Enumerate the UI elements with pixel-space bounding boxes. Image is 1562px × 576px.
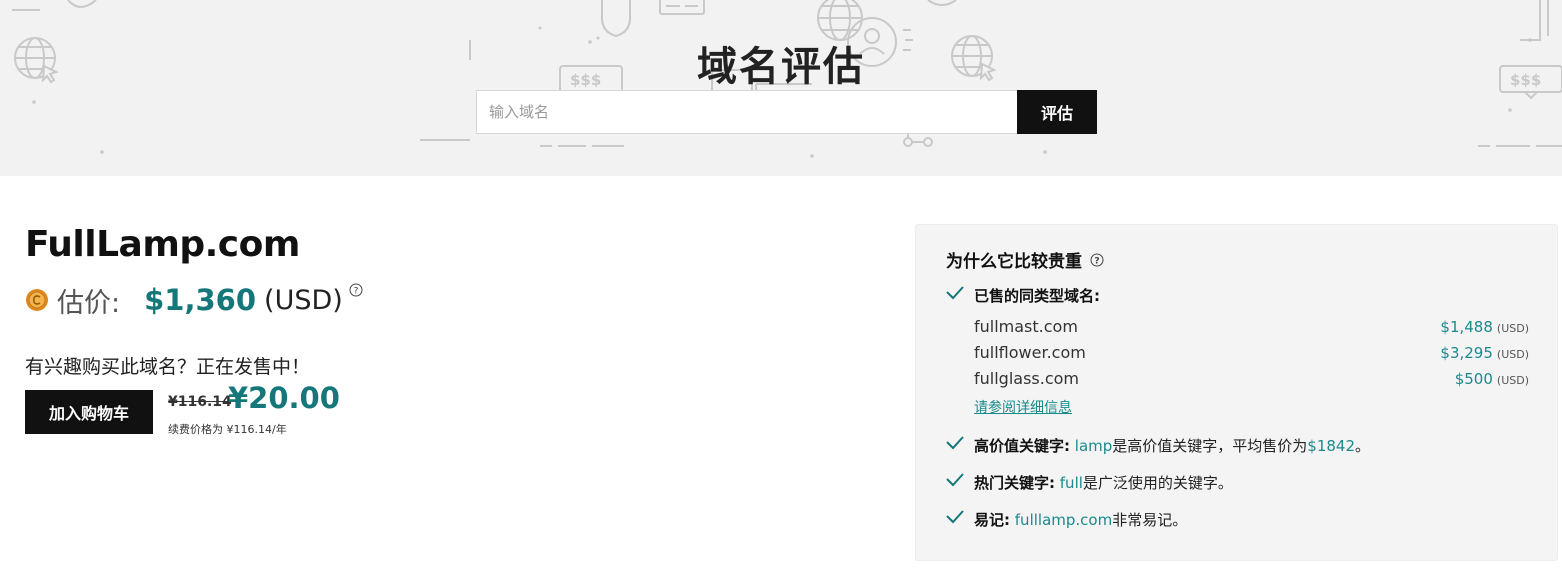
sold-domain-unit: (USD) (1496, 373, 1529, 387)
reason-label: 热门关键字: (974, 474, 1055, 492)
sold-similar-label: 已售的同类型域名: (974, 287, 1100, 305)
sold-domain-name: fullmast.com (974, 316, 1078, 336)
add-to-cart-button[interactable]: 加入购物车 (25, 390, 153, 434)
domain-search-bar: 评估 (476, 90, 1097, 134)
reason-popular-keyword: 热门关键字: full 是广泛使用的关键字。 (946, 472, 1233, 493)
see-details-link[interactable]: 请参阅详细信息 (974, 397, 1072, 417)
hero-banner: $$$ $$$ 域名评估 评估 (0, 0, 1562, 176)
list-item: fullglass.com $500 (USD) (974, 365, 1529, 391)
coin-icon (26, 289, 48, 311)
sold-domain-name: fullglass.com (974, 368, 1079, 388)
reason-keyword: full (1059, 473, 1083, 492)
sold-domain-price: $1,488 (1440, 317, 1493, 336)
svg-text:?: ? (353, 287, 358, 297)
sale-price: ¥20.00 (228, 381, 340, 415)
check-icon (946, 509, 964, 523)
reason-value: $1842 (1307, 436, 1356, 455)
sold-domains-list: fullmast.com $1,488 (USD) fullflower.com … (974, 313, 1529, 391)
page-title: 域名评估 (697, 44, 865, 90)
original-price: ¥116.14 (168, 394, 232, 410)
reason-sold-similar: 已售的同类型域名: (946, 285, 1100, 306)
sold-domain-unit: (USD) (1496, 347, 1529, 361)
why-valuable-panel: 为什么它比较贵重 ? 已售的同类型域名: fullmast.com $1,488… (915, 224, 1558, 561)
for-sale-text: 有兴趣购买此域名？正在发售中！ (25, 356, 311, 378)
estimate-currency: (USD) (264, 284, 343, 316)
evaluate-button[interactable]: 评估 (1017, 90, 1097, 134)
why-valuable-title: 为什么它比较贵重 ? (946, 247, 1104, 272)
reason-keyword: fulllamp.com (1014, 510, 1113, 529)
list-item: fullmast.com $1,488 (USD) (974, 313, 1529, 339)
estimate-label: 估价: (57, 287, 121, 319)
reason-memorable: 易记: fulllamp.com 非常易记。 (946, 509, 1187, 530)
domain-search-input[interactable] (476, 90, 1017, 134)
check-icon (946, 285, 964, 299)
help-icon[interactable]: ? (1090, 253, 1104, 267)
reason-high-value-keyword: 高价值关键字: lamp 是高价值关键字，平均售价为 $1842。 (946, 435, 1370, 456)
list-item: fullflower.com $3,295 (USD) (974, 339, 1529, 365)
domain-name-heading: FullLamp.com (25, 224, 300, 265)
check-icon (946, 472, 964, 486)
sold-domain-price: $500 (1454, 369, 1493, 388)
svg-text:?: ? (1094, 256, 1099, 266)
reason-end: 。 (1355, 437, 1371, 455)
reason-text: 非常易记。 (1112, 511, 1188, 529)
sold-domain-unit: (USD) (1496, 321, 1529, 335)
renewal-price-note: 续费价格为 ¥116.14/年 (168, 423, 287, 436)
reason-label: 易记: (974, 511, 1010, 529)
sold-domain-price: $3,295 (1440, 343, 1493, 362)
reason-text: 是高价值关键字，平均售价为 (1112, 437, 1308, 455)
why-valuable-title-text: 为什么它比较贵重 (946, 252, 1082, 272)
reason-label: 高价值关键字: (974, 437, 1070, 455)
estimate-row: 估价: $1,360 (USD) ? (25, 280, 363, 320)
estimate-value: $1,360 (144, 283, 257, 317)
reason-keyword: lamp (1074, 436, 1113, 455)
sold-domain-name: fullflower.com (974, 342, 1086, 362)
check-icon (946, 435, 964, 449)
reason-text: 是广泛使用的关键字。 (1082, 474, 1233, 492)
help-icon[interactable]: ? (349, 283, 363, 297)
